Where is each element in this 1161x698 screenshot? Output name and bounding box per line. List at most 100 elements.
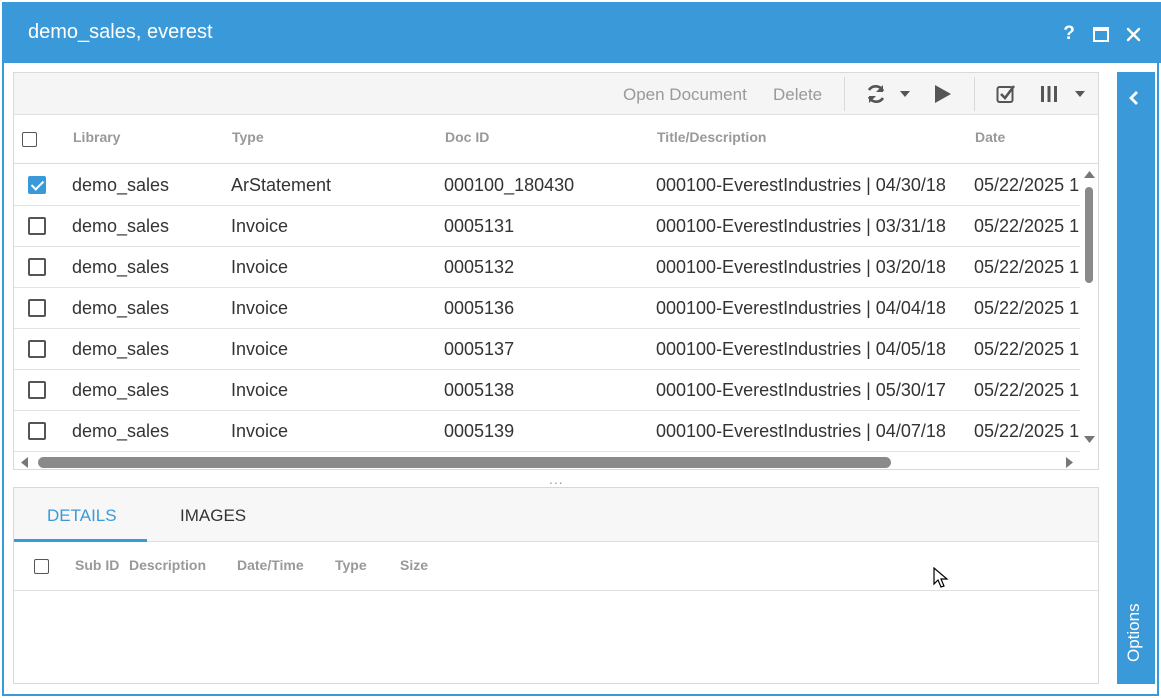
delete-button[interactable]: Delete [773,85,822,105]
cell-title: 000100-EverestIndustries | 03/31/18 [656,216,946,236]
select-toggle-button[interactable] [994,82,1018,106]
column-header-library[interactable]: Library [73,129,120,145]
columns-button[interactable] [1037,82,1061,106]
cell-title: 000100-EverestIndustries | 04/05/18 [656,339,946,359]
cell-title: 000100-EverestIndustries | 04/07/18 [656,421,946,441]
run-button[interactable] [931,82,955,106]
table-row[interactable]: demo_sales Invoice 0005138 000100-EverestIn… [14,370,1080,411]
row-checkbox[interactable] [28,381,46,399]
refresh-icon [867,85,885,103]
cell-library: demo_sales [72,380,170,400]
cell-doc-id: 0005132 [444,257,515,277]
column-header-doc-id[interactable]: Doc ID [445,129,489,145]
chevron-left-icon [1129,91,1138,105]
scroll-up-icon [1084,171,1095,178]
cell-type: ArStatement [231,175,332,195]
tab-details[interactable]: DETAILS [47,506,117,526]
cell-doc-id: 0005137 [444,339,515,359]
scroll-down-icon [1084,436,1095,443]
help-button[interactable]: ? [1058,23,1080,45]
column-header-type[interactable]: Type [232,129,264,145]
cell-date: 05/22/2025 1 [974,175,1080,195]
refresh-button[interactable] [864,82,888,106]
refresh-dropdown[interactable] [897,82,913,106]
options-label: Options [1124,603,1143,662]
vertical-scroll-thumb[interactable] [1085,187,1093,283]
column-header-title[interactable]: Title/Description [657,129,766,145]
cell-type: Invoice [231,298,289,318]
columns-icon [1041,86,1057,102]
cell-library: demo_sales [72,175,170,195]
table-row[interactable]: demo_sales Invoice 0005137 000100-EverestIn… [14,329,1080,370]
cell-library: demo_sales [72,339,170,359]
scroll-left-icon [21,457,28,468]
cell-title: 000100-EverestIndustries | 05/30/17 [656,380,946,400]
column-header-description[interactable]: Description [129,557,206,573]
column-header-sub-id[interactable]: Sub ID [75,557,119,573]
cell-type: Invoice [231,216,289,236]
maximize-icon [1093,26,1109,42]
cell-date: 05/22/2025 1 [974,380,1080,400]
row-checkbox[interactable] [28,258,46,276]
details-select-all-checkbox[interactable] [34,559,49,574]
cell-type: Invoice [231,339,289,359]
options-panel-toggle[interactable]: Options [1117,72,1155,684]
scroll-right-icon [1066,457,1073,468]
documents-grid: Open Document Delete Library Type Doc ID… [13,72,1099,470]
close-button[interactable] [1122,23,1144,45]
tab-images[interactable]: IMAGES [180,506,246,526]
cell-type: Invoice [231,421,289,441]
cell-doc-id: 0005138 [444,380,515,400]
cell-library: demo_sales [72,216,170,236]
cell-date: 05/22/2025 1 [974,421,1080,441]
select-all-checkbox[interactable] [22,132,37,147]
maximize-button[interactable] [1090,23,1112,45]
column-header-sub-type[interactable]: Type [335,557,367,573]
open-document-button[interactable]: Open Document [623,85,747,105]
panel-splitter-handle[interactable]: ... [549,471,564,487]
play-icon [935,85,951,103]
cell-doc-id: 0005136 [444,298,515,318]
grid-body: demo_sales ArStatement 000100_180430 000100… [14,165,1080,452]
table-row[interactable]: demo_sales Invoice 0005131 000100-EverestIn… [14,206,1080,247]
toolbar-divider [974,77,975,111]
details-tabs: DETAILS IMAGES [14,488,1098,542]
row-checkbox[interactable] [28,299,46,317]
column-header-size[interactable]: Size [400,557,428,573]
table-row[interactable]: demo_sales Invoice 0005136 000100-EverestIn… [14,288,1080,329]
cell-library: demo_sales [72,298,170,318]
mouse-cursor-icon [933,567,949,588]
row-checkbox[interactable] [28,217,46,235]
cell-title: 000100-EverestIndustries | 04/04/18 [656,298,946,318]
cell-date: 05/22/2025 1 [974,257,1080,277]
row-checkbox[interactable] [28,422,46,440]
cell-doc-id: 0005139 [444,421,515,441]
cell-type: Invoice [231,380,289,400]
cell-type: Invoice [231,257,289,277]
row-checkbox[interactable] [28,176,46,194]
column-header-date[interactable]: Date [975,129,1005,145]
cell-date: 05/22/2025 1 [974,339,1080,359]
table-row[interactable]: demo_sales ArStatement 000100_180430 000100… [14,165,1080,206]
close-icon [1126,27,1140,41]
table-row[interactable]: demo_sales Invoice 0005132 000100-EverestIn… [14,247,1080,288]
cell-library: demo_sales [72,421,170,441]
horizontal-scrollbar[interactable] [14,453,1080,469]
horizontal-scroll-thumb[interactable] [38,457,891,468]
caret-down-icon [900,91,910,97]
window-title: demo_sales, everest [28,21,213,43]
cell-date: 05/22/2025 1 [974,298,1080,318]
cell-title: 000100-EverestIndustries | 04/30/18 [656,175,946,195]
cell-date: 05/22/2025 1 [974,216,1080,236]
check-square-icon [996,85,1016,103]
grid-header: Library Type Doc ID Title/Description Da… [14,115,1098,164]
vertical-scrollbar[interactable] [1082,165,1098,447]
table-row[interactable]: demo_sales Invoice 0005139 000100-EverestIn… [14,411,1080,452]
row-checkbox[interactable] [28,340,46,358]
cell-doc-id: 000100_180430 [444,175,575,195]
toolbar-divider [844,77,845,111]
title-bar[interactable]: demo_sales, everest ? [4,2,1161,63]
columns-dropdown[interactable] [1072,82,1088,106]
column-header-date-time[interactable]: Date/Time [237,557,304,573]
cell-title: 000100-EverestIndustries | 03/20/18 [656,257,946,277]
